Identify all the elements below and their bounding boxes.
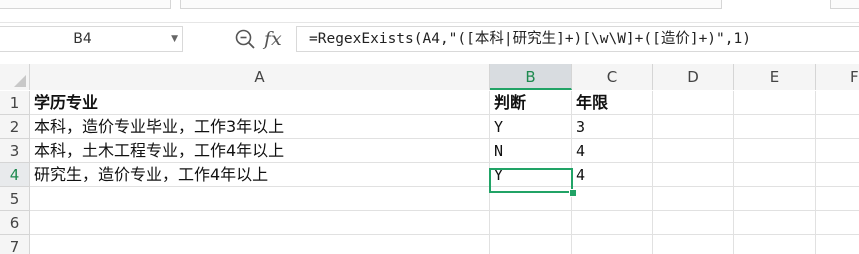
cell-e3[interactable]	[734, 139, 816, 163]
cell-d6[interactable]	[653, 211, 734, 235]
cell-f3[interactable]	[816, 139, 859, 163]
cell-c7[interactable]	[572, 235, 653, 254]
cell-b7[interactable]	[490, 235, 572, 254]
cell-e2[interactable]	[734, 115, 816, 139]
cell-c3[interactable]: 4	[572, 139, 653, 163]
cell-e1[interactable]	[734, 91, 816, 115]
cell-b1[interactable]: 判断	[490, 91, 572, 115]
ribbon-segment	[180, 0, 722, 9]
cell-c4[interactable]: 4	[572, 163, 653, 187]
column-header-f[interactable]: F	[816, 64, 859, 90]
row-header-5[interactable]: 5	[0, 187, 30, 211]
cell-c6[interactable]	[572, 211, 653, 235]
cell-a6[interactable]	[30, 211, 490, 235]
cell-e5[interactable]	[734, 187, 816, 211]
row-header-1[interactable]: 1	[0, 91, 30, 115]
ribbon-segment	[830, 0, 859, 9]
formula-bar-row: B4 ▼ fx =RegexExists(A4,"([本科|研究生]+)[\w\…	[0, 24, 859, 56]
column-header-d[interactable]: D	[653, 64, 734, 90]
name-box[interactable]: B4 ▼	[0, 26, 183, 52]
fx-icon[interactable]: fx	[264, 26, 282, 52]
select-all-corner[interactable]	[0, 64, 30, 90]
cell-b2[interactable]: Y	[490, 115, 572, 139]
row-header-4[interactable]: 4	[0, 163, 30, 187]
cell-b4[interactable]: Y	[490, 163, 572, 187]
name-box-value: B4	[73, 31, 92, 47]
ribbon-segment	[0, 0, 171, 9]
row-header-2[interactable]: 2	[0, 115, 30, 139]
row-header-6[interactable]: 6	[0, 211, 30, 235]
chevron-down-icon[interactable]: ▼	[171, 27, 178, 51]
cell-f6[interactable]	[816, 211, 859, 235]
formula-input[interactable]: =RegexExists(A4,"([本科|研究生]+)[\w\W]+([造价]…	[296, 26, 859, 52]
cell-c1[interactable]: 年限	[572, 91, 653, 115]
cell-f2[interactable]	[816, 115, 859, 139]
column-header-c[interactable]: C	[572, 64, 653, 90]
cell-a7[interactable]	[30, 235, 490, 254]
column-header-e[interactable]: E	[734, 64, 816, 90]
cell-f4[interactable]	[816, 163, 859, 187]
cell-c2[interactable]: 3	[572, 115, 653, 139]
column-header-a[interactable]: A	[30, 64, 490, 90]
row-header-3[interactable]: 3	[0, 139, 30, 163]
fill-handle[interactable]	[569, 189, 577, 197]
cell-a3[interactable]: 本科，土木工程专业，工作4年以上	[30, 139, 490, 163]
zoom-icon[interactable]	[234, 28, 256, 50]
cell-b6[interactable]	[490, 211, 572, 235]
cell-f7[interactable]	[816, 235, 859, 254]
row-header-7[interactable]: 7	[0, 235, 30, 254]
cell-e4[interactable]	[734, 163, 816, 187]
cell-d1[interactable]	[653, 91, 734, 115]
cell-a5[interactable]	[30, 187, 490, 211]
cell-d3[interactable]	[653, 139, 734, 163]
cell-f1[interactable]	[816, 91, 859, 115]
cell-d5[interactable]	[653, 187, 734, 211]
cell-a1[interactable]: 学历专业	[30, 91, 490, 115]
cell-d2[interactable]	[653, 115, 734, 139]
worksheet-grid: A B C D E F 1 2 3 4 5 6 7 学历专业 判断 年限 本科，…	[0, 64, 859, 254]
cell-e7[interactable]	[734, 235, 816, 254]
formula-text: =RegexExists(A4,"([本科|研究生]+)[\w\W]+([造价]…	[309, 31, 751, 47]
cell-c5[interactable]	[572, 187, 653, 211]
cell-e6[interactable]	[734, 211, 816, 235]
cell-b3[interactable]: N	[490, 139, 572, 163]
column-header-b[interactable]: B	[490, 64, 572, 90]
cell-d7[interactable]	[653, 235, 734, 254]
cell-d4[interactable]	[653, 163, 734, 187]
ribbon-remnant	[0, 0, 859, 23]
cell-a4[interactable]: 研究生，造价专业，工作4年以上	[30, 163, 490, 187]
column-header-row: A B C D E F	[0, 64, 859, 90]
cell-b5[interactable]	[490, 187, 572, 211]
cell-f5[interactable]	[816, 187, 859, 211]
spreadsheet-app: B4 ▼ fx =RegexExists(A4,"([本科|研究生]+)[\w\…	[0, 0, 859, 254]
cell-a2[interactable]: 本科，造价专业毕业，工作3年以上	[30, 115, 490, 139]
